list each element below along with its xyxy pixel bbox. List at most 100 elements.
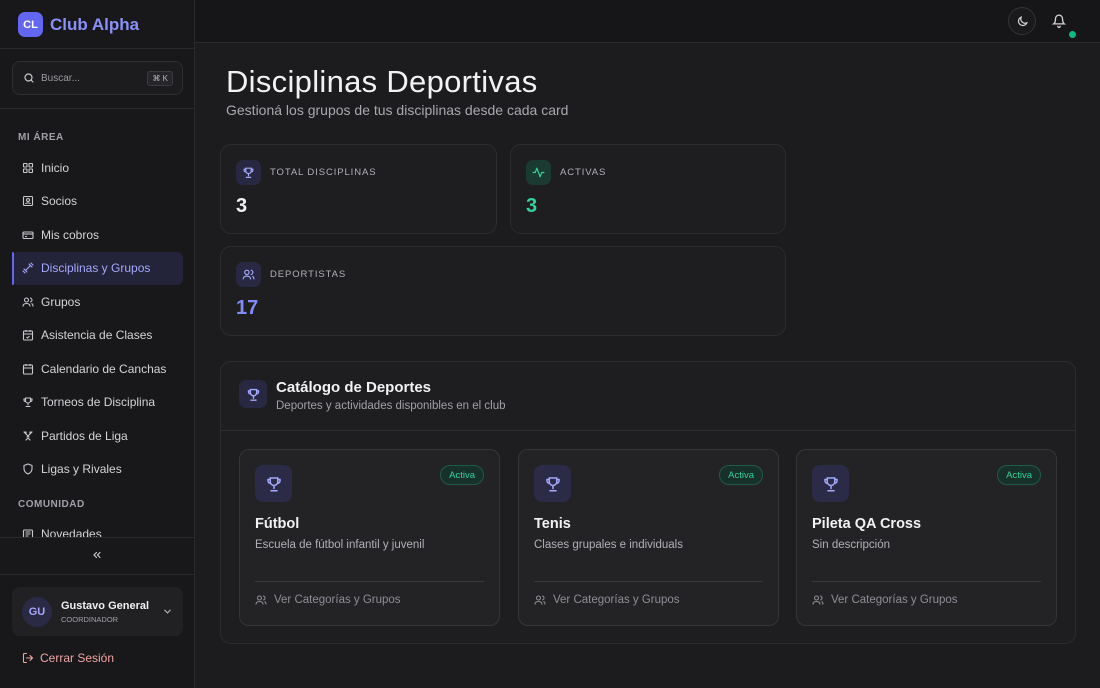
stat-label: ACTIVAS (560, 167, 607, 178)
calendar-icon (22, 363, 34, 375)
stat-card-activas: ACTIVAS 3 (510, 144, 786, 234)
dumbbell-icon (22, 262, 34, 274)
sidebar-item-label: Asistencia de Clases (41, 328, 153, 342)
stat-card-deportistas: DEPORTISTAS 17 (220, 246, 786, 336)
catalog-title: Catálogo de Deportes (276, 379, 432, 396)
activity-icon (526, 160, 551, 185)
logout-icon (22, 652, 34, 664)
trophy-icon (534, 465, 571, 502)
view-groups-link[interactable]: Ver Categorías y Grupos (534, 594, 680, 606)
trophy-icon (236, 160, 261, 185)
avatar: GU (22, 596, 52, 627)
brand-logo: CL (18, 12, 43, 37)
page-subtitle: Gestioná los grupos de tus disciplinas d… (226, 102, 569, 118)
sidebar-item-label: Mis cobros (41, 227, 100, 242)
stat-label: TOTAL DISCIPLINAS (270, 167, 377, 178)
sidebar-item-mis-cobros[interactable]: Mis cobros (12, 218, 183, 251)
sidebar-item-label: Partidos de Liga (41, 428, 128, 443)
trophy-icon (22, 396, 34, 408)
status-badge: Activa (997, 465, 1041, 485)
collapse-sidebar-button[interactable] (91, 549, 103, 561)
search-placeholder: Buscar... (41, 72, 80, 84)
sidebar-item-socios[interactable]: Socios (12, 185, 183, 218)
sport-card-tenis[interactable]: Activa Tenis Clases grupales e individua… (518, 449, 779, 626)
sidebar-item-label: Socios (41, 194, 78, 208)
status-badge: Activa (719, 465, 763, 485)
sidebar-item-label: Disciplinas y Grupos (41, 261, 151, 275)
trophy-icon (255, 465, 292, 502)
divider (812, 581, 1041, 582)
moon-icon (1016, 15, 1029, 28)
user-menu[interactable]: GU Gustavo General COORDINADOR (12, 587, 183, 636)
grid-icon (22, 162, 34, 174)
divider (255, 581, 484, 582)
stat-value: 3 (526, 195, 538, 217)
view-groups-label: Ver Categorías y Grupos (831, 594, 958, 606)
divider (0, 108, 195, 109)
stat-value: 17 (236, 297, 259, 319)
stat-label: DEPORTISTAS (270, 269, 347, 280)
view-groups-link[interactable]: Ver Categorías y Grupos (255, 594, 401, 606)
chevrons-left-icon (91, 549, 103, 561)
page-title: Disciplinas Deportivas (226, 64, 538, 99)
brand[interactable]: CL Club Alpha (18, 12, 139, 37)
sport-description: Clases grupales e individuals (534, 539, 683, 551)
logout-button[interactable]: Cerrar Sesión (22, 651, 114, 665)
view-groups-label: Ver Categorías y Grupos (274, 594, 401, 606)
stat-value: 3 (236, 195, 248, 217)
sidebar-item-partidos-de-liga[interactable]: Partidos de Liga (12, 419, 183, 452)
sidebar-nav: Inicio Socios Mis cobros Disciplinas y G… (12, 151, 183, 538)
users-icon (812, 594, 824, 606)
sidebar-item-novedades[interactable]: Novedades (12, 517, 183, 538)
sport-name: Pileta QA Cross (812, 516, 922, 532)
sidebar-item-ligas-y-rivales[interactable]: Ligas y Rivales (12, 453, 183, 486)
logout-label: Cerrar Sesión (40, 651, 115, 665)
sport-name: Tenis (534, 516, 571, 532)
search-shortcut: ⌘ K (147, 70, 173, 86)
status-badge: Activa (440, 465, 484, 485)
sport-card-pileta-qa-cross[interactable]: Activa Pileta QA Cross Sin descripción V… (796, 449, 1057, 626)
theme-toggle-button[interactable] (1008, 7, 1036, 35)
chevron-down-icon (162, 606, 173, 617)
swords-icon (22, 430, 34, 442)
sport-description: Sin descripción (812, 539, 890, 551)
wallet-icon (22, 229, 34, 241)
trophy-icon (239, 380, 267, 408)
sport-description: Escuela de fútbol infantil y juvenil (255, 539, 425, 551)
top-bar (195, 0, 1100, 43)
search-icon (23, 72, 35, 84)
shield-icon (22, 463, 34, 475)
user-name: Gustavo General (61, 599, 150, 612)
sports-catalog: Catálogo de Deportes Deportes y activida… (220, 361, 1076, 644)
notification-indicator (1069, 31, 1076, 38)
section-label-comunidad: COMUNIDAD (18, 499, 85, 510)
users-icon (236, 262, 261, 287)
sport-card-futbol[interactable]: Activa Fútbol Escuela de fútbol infantil… (239, 449, 500, 626)
user-info: Gustavo General COORDINADOR (61, 600, 162, 624)
calendar-check-icon (22, 329, 34, 341)
id-card-icon (22, 195, 34, 207)
bell-icon (1052, 14, 1066, 28)
view-groups-label: Ver Categorías y Grupos (553, 594, 680, 606)
sidebar-item-calendario-de-canchas[interactable]: Calendario de Canchas (12, 352, 183, 385)
sidebar-item-disciplinas-y-grupos[interactable]: Disciplinas y Grupos (12, 251, 183, 285)
search-input[interactable]: Buscar... ⌘ K (12, 61, 183, 95)
users-icon (22, 296, 34, 308)
sidebar-item-torneos-de-disciplina[interactable]: Torneos de Disciplina (12, 386, 183, 419)
divider (221, 430, 1075, 431)
sport-name: Fútbol (255, 516, 300, 532)
trophy-icon (812, 465, 849, 502)
sidebar-item-label: Calendario de Canchas (41, 361, 167, 376)
sidebar-item-inicio[interactable]: Inicio (12, 151, 183, 184)
divider (0, 574, 195, 575)
section-label-mi-area: MI ÁREA (18, 132, 64, 143)
notifications-button[interactable] (1045, 7, 1073, 35)
sidebar: CL Club Alpha Buscar... ⌘ K MI ÁREA Inic… (0, 0, 195, 688)
view-groups-link[interactable]: Ver Categorías y Grupos (812, 594, 958, 606)
sidebar-item-grupos[interactable]: Grupos (12, 285, 183, 318)
divider (534, 581, 763, 582)
stat-card-total-disciplinas: TOTAL DISCIPLINAS 3 (220, 144, 497, 234)
sidebar-item-asistencia-de-clases[interactable]: Asistencia de Clases (12, 319, 183, 352)
divider (0, 537, 195, 538)
sidebar-item-label: Inicio (41, 160, 70, 175)
